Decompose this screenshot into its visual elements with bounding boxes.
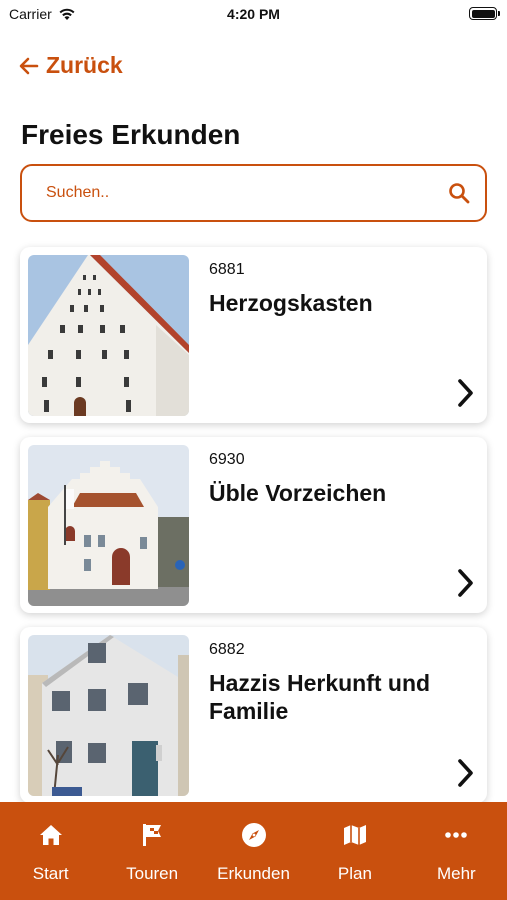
item-id: 6881 — [209, 261, 245, 278]
list-item[interactable]: 6882 Hazzis Herkunft und Familie — [20, 627, 487, 803]
tab-label: Mehr — [436, 864, 476, 883]
tab-touren[interactable]: Touren — [101, 802, 202, 900]
item-id: 6882 — [209, 641, 245, 658]
more-icon — [445, 832, 468, 838]
search-bar[interactable] — [20, 164, 487, 222]
list-item[interactable]: 6881 Herzogskasten — [20, 247, 487, 423]
tab-label: Erkunden — [217, 864, 290, 883]
tab-start[interactable]: Start — [0, 802, 101, 900]
page-title: Freies Erkunden — [21, 119, 241, 150]
chevron-right-icon[interactable] — [455, 377, 477, 409]
arrow-left-icon — [19, 57, 39, 74]
herzogskasten-photo — [28, 255, 189, 416]
chevron-right-icon[interactable] — [455, 567, 477, 599]
list-item[interactable]: 6930 Üble Vorzeichen — [20, 437, 487, 613]
uble-vorzeichen-photo — [28, 445, 189, 606]
back-button[interactable]: Zurück — [18, 52, 123, 79]
tab-label: Plan — [337, 864, 372, 883]
search-icon[interactable] — [447, 181, 471, 205]
tab-plan[interactable]: Plan — [304, 802, 405, 900]
status-time: 4:20 PM — [227, 6, 280, 22]
tab-mehr[interactable]: Mehr — [406, 802, 507, 900]
item-title: Hazzis Herkunft und Familie — [209, 670, 431, 724]
flag-icon — [143, 824, 162, 846]
tab-label: Touren — [126, 864, 179, 883]
item-title: Herzogskasten — [209, 290, 373, 316]
hazzis-herkunft-photo — [28, 635, 189, 796]
search-input[interactable] — [46, 184, 447, 202]
compass-icon — [241, 823, 266, 847]
map-icon — [343, 825, 366, 845]
tab-bar: Start Touren Erkunden Plan Mehr — [0, 802, 507, 900]
tab-erkunden[interactable]: Erkunden — [203, 802, 304, 900]
back-label: Zurück — [46, 52, 123, 78]
chevron-right-icon[interactable] — [455, 757, 477, 789]
item-id: 6930 — [209, 451, 245, 468]
places-list: 6881 Herzogskasten 6930 Üble Vorzeichen … — [20, 247, 487, 817]
home-icon — [39, 825, 62, 845]
status-bar: Carrier 4:20 PM — [0, 0, 507, 30]
item-title: Üble Vorzeichen — [209, 480, 387, 506]
tab-label: Start — [32, 864, 69, 883]
battery-icon — [469, 7, 500, 20]
